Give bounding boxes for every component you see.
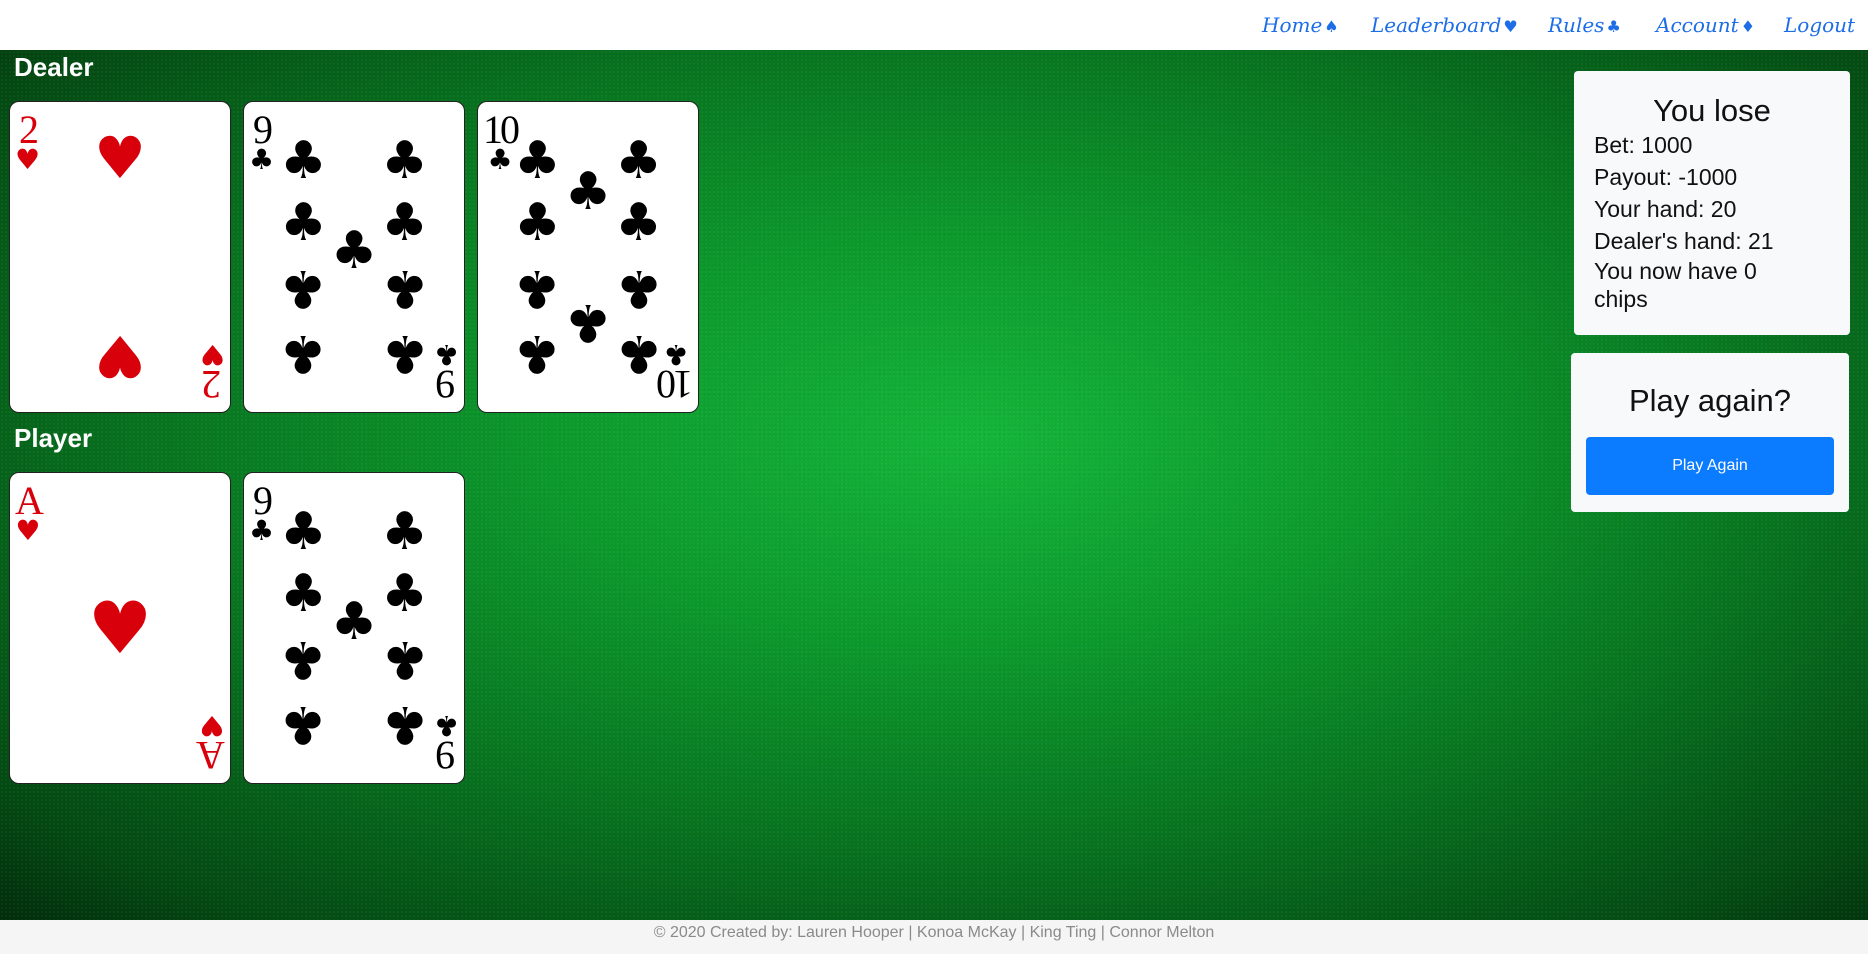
payout-text: Payout: -1000 [1594, 164, 1738, 190]
heart-icon: ♥ [15, 143, 41, 176]
heart-icon: ♥ [1503, 17, 1518, 36]
top-navbar: Home ♠ Leaderboard ♥ Rules ♣ Account ♦ Logou… [0, 0, 1868, 50]
heart-pip-icon: ♥ [94, 322, 146, 391]
footer-credits: © 2020 Created by: Lauren Hooper | Konoa… [653, 924, 1215, 941]
club-icon: ♣ [249, 514, 275, 547]
club-pip-icon: ♣ [381, 192, 428, 253]
bet-text: Bet: 1000 [1594, 132, 1693, 158]
heart-pip-icon: ♥ [87, 586, 153, 670]
dealer-card-3-corner-bottom: 10 ♣ [659, 338, 693, 407]
club-pip-icon: ♣ [280, 258, 327, 318]
club-pip-icon: ♣ [381, 130, 428, 191]
play-again-panel: Play again? Play Again [1571, 353, 1849, 512]
club-pip-icon: ♣ [514, 323, 561, 384]
nav-home-label: Home [1262, 13, 1323, 37]
heart-icon: ♥ [199, 709, 225, 742]
result-title: You lose [1653, 93, 1771, 128]
heart-pip-icon: ♥ [94, 123, 146, 192]
result-panel: You lose Bet: 1000 Payout: -1000 Your ha… [1574, 71, 1850, 335]
club-icon: ♣ [249, 143, 275, 176]
dealer-card-1: 2 ♥ 2 ♥ ♥ ♥ [9, 101, 231, 413]
play-again-title: Play again? [1628, 383, 1791, 418]
your-hand-text: Your hand: 20 [1594, 196, 1737, 222]
player-card-2-corner-bottom: 9 ♣ [433, 709, 459, 778]
club-pip-icon: ♣ [381, 694, 428, 755]
club-icon: ♣ [1606, 17, 1621, 36]
player-card-2: 9 ♣ 9 ♣ ♣ ♣ ♣ ♣ ♣ ♣ ♣ ♣ ♣ [243, 472, 465, 784]
diamond-icon: ♦ [1740, 17, 1756, 36]
nav-rules-link[interactable]: Rules ♣ [1548, 10, 1621, 40]
club-pip-icon: ♣ [280, 130, 327, 191]
dealer-card-3: 10 ♣ 10 ♣ ♣ ♣ ♣ ♣ ♣ ♣ ♣ ♣ ♣ ♣ [477, 101, 699, 413]
club-pip-icon: ♣ [615, 130, 662, 191]
footer: © 2020 Created by: Lauren Hooper | Konoa… [0, 920, 1868, 954]
player-card-2-corner-top: 9 ♣ [249, 481, 274, 545]
dealer-hand-text: Dealer's hand: 21 [1594, 228, 1774, 254]
club-pip-icon: ♣ [381, 563, 428, 624]
chips-text-line2: chips [1594, 286, 1648, 312]
play-again-button[interactable]: Play Again [1586, 437, 1834, 495]
club-pip-icon: ♣ [514, 192, 561, 253]
nav-logout-label: Logout [1784, 13, 1856, 37]
club-icon: ♣ [663, 338, 689, 371]
nav-leaderboard-label: Leaderboard [1371, 13, 1502, 37]
club-pip-icon: ♣ [280, 192, 327, 253]
nav-logout-link[interactable]: Logout [1784, 10, 1855, 40]
club-pip-icon: ♣ [381, 629, 428, 689]
club-pip-icon: ♣ [381, 501, 428, 562]
nav-account-label: Account [1656, 13, 1739, 37]
player-label: Player [14, 423, 93, 453]
dealer-card-2-corner-bottom: 9 ♣ [433, 338, 459, 407]
club-pip-icon: ♣ [330, 591, 378, 652]
club-pip-icon: ♣ [615, 323, 662, 384]
dealer-card-1-corner-bottom: 2 ♥ [199, 338, 225, 407]
dealer-label: Dealer [14, 52, 94, 82]
club-pip-icon: ♣ [381, 258, 428, 318]
heart-icon: ♥ [15, 514, 41, 547]
club-pip-icon: ♣ [280, 694, 327, 755]
club-pip-icon: ♣ [615, 258, 662, 318]
club-icon: ♣ [433, 709, 459, 742]
dealer-card-2-corner-top: 9 ♣ [249, 110, 274, 174]
spade-icon: ♠ [1324, 17, 1339, 36]
heart-icon: ♥ [199, 338, 225, 371]
nav-account-link[interactable]: Account ♦ [1656, 10, 1755, 40]
nav-home-link[interactable]: Home ♠ [1262, 10, 1339, 40]
club-pip-icon: ♣ [514, 130, 561, 191]
club-icon: ♣ [487, 143, 513, 176]
dealer-card-1-corner-top: 2 ♥ [15, 110, 40, 174]
club-pip-icon: ♣ [330, 220, 378, 281]
player-card-1-corner-top: A ♥ [15, 481, 44, 547]
club-pip-icon: ♣ [280, 323, 327, 384]
club-icon: ♣ [433, 338, 459, 371]
club-pip-icon: ♣ [381, 323, 428, 384]
dealer-card-3-corner-top: 10 ♣ [483, 110, 520, 176]
chips-text: You now have 0 chips [1574, 257, 1850, 313]
club-pip-icon: ♣ [564, 292, 612, 353]
club-pip-icon: ♣ [615, 192, 662, 253]
nav-leaderboard-link[interactable]: Leaderboard ♥ [1371, 10, 1518, 40]
club-pip-icon: ♣ [514, 258, 561, 318]
player-card-1-corner-bottom: A ♥ [199, 709, 225, 778]
nav-rules-label: Rules [1548, 13, 1605, 37]
player-card-1: A ♥ A ♥ ♥ [9, 472, 231, 784]
club-pip-icon: ♣ [280, 501, 327, 562]
club-pip-icon: ♣ [564, 161, 612, 222]
club-pip-icon: ♣ [280, 563, 327, 624]
chips-text-line1: You now have 0 [1594, 258, 1757, 284]
club-pip-icon: ♣ [280, 629, 327, 689]
dealer-card-2: 9 ♣ 9 ♣ ♣ ♣ ♣ ♣ ♣ ♣ ♣ ♣ ♣ [243, 101, 465, 413]
